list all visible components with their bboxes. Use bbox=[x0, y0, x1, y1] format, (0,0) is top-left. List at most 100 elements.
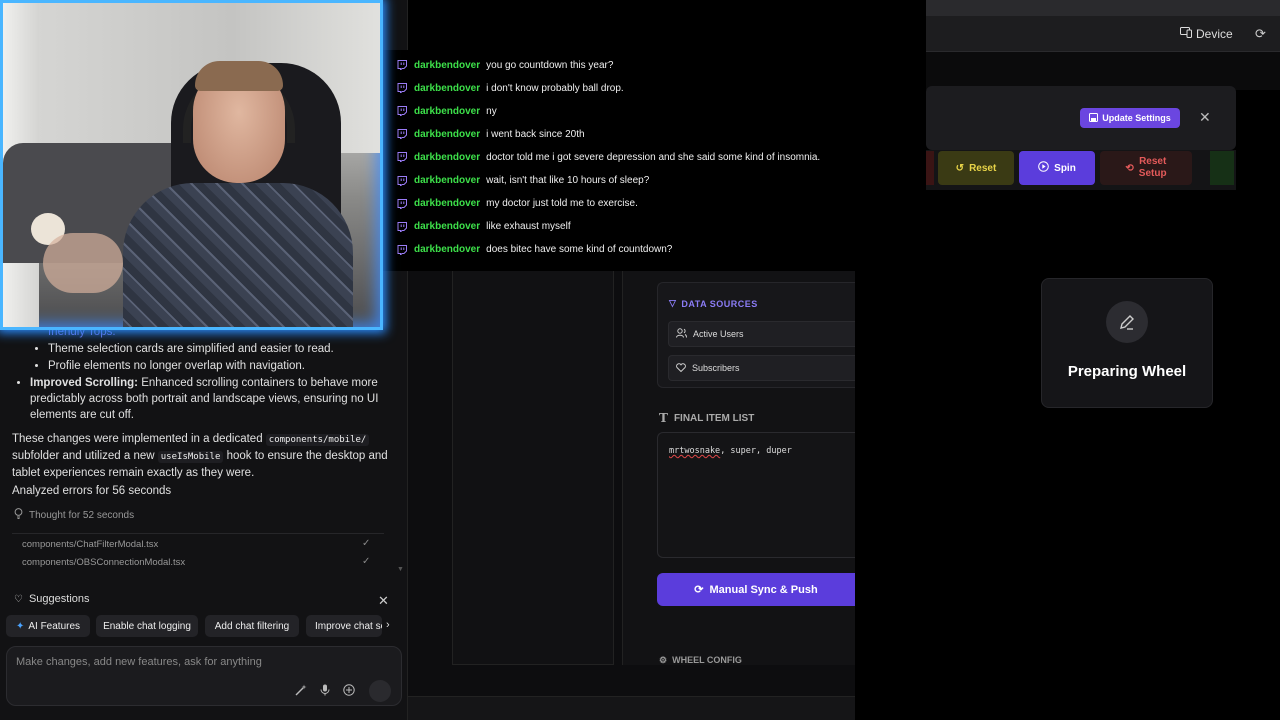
chip-add-chat-filtering[interactable]: Add chat filtering bbox=[205, 615, 299, 637]
editor-left-column bbox=[452, 270, 614, 665]
chat-username[interactable]: darkbendover bbox=[414, 152, 480, 163]
add-circle-icon[interactable] bbox=[343, 684, 355, 699]
lightbulb-icon: ♡ bbox=[14, 593, 23, 605]
chip-label: AI Features bbox=[28, 620, 81, 632]
thought-label: Thought for 52 seconds bbox=[29, 509, 135, 521]
chat-username[interactable]: darkbendover bbox=[414, 244, 480, 255]
chat-text: doctor told me i got severe depression a… bbox=[486, 151, 821, 163]
device-icon bbox=[1180, 27, 1192, 41]
update-settings-button[interactable]: Update Settings bbox=[1080, 108, 1180, 128]
chat-username[interactable]: darkbendover bbox=[414, 106, 480, 117]
chip-enable-chat-logging[interactable]: Enable chat logging bbox=[96, 615, 198, 637]
chat-text: my doctor just told me to exercise. bbox=[486, 198, 638, 210]
chat-message: darkbendover does bitec have some kind of… bbox=[397, 242, 672, 258]
chat-message: darkbendover like exhaust myself bbox=[397, 219, 571, 235]
final-item-list-value: mrtwosnake, super, duper bbox=[669, 446, 792, 456]
sparkle-icon: ✦ bbox=[15, 620, 25, 632]
analyzed-status: Analyzed errors for 56 seconds bbox=[12, 485, 172, 497]
twitch-badge-icon bbox=[397, 198, 407, 209]
chat-message: darkbendover wait, isn't that like 10 hou… bbox=[397, 173, 649, 189]
bullet-profile: Profile elements no longer overlap with … bbox=[48, 358, 397, 374]
wheel-config-label: WHEEL CONFIG bbox=[672, 655, 742, 665]
chevron-right-icon[interactable]: › bbox=[386, 619, 390, 631]
toolbar-underlay bbox=[926, 52, 1280, 90]
chat-username[interactable]: darkbendover bbox=[414, 60, 480, 71]
check-circle-icon: ✓ bbox=[362, 538, 371, 549]
save-icon bbox=[1089, 112, 1099, 124]
magic-wand-icon[interactable] bbox=[295, 684, 307, 699]
preparing-wheel-card bbox=[1041, 278, 1213, 408]
source-label: Active Users bbox=[693, 329, 744, 339]
manual-sync-button[interactable]: ⟳ Manual Sync & Push bbox=[657, 573, 855, 606]
assistant-message: friendly Tops. Theme selection cards are… bbox=[12, 324, 397, 499]
twitch-badge-icon bbox=[397, 175, 407, 186]
preview-toolbar bbox=[926, 0, 1280, 52]
file-item[interactable]: components/OBSConnectionModal.tsx bbox=[22, 557, 185, 568]
heart-icon bbox=[676, 362, 686, 374]
manual-sync-label: Manual Sync & Push bbox=[709, 583, 818, 596]
chat-text: wait, isn't that like 10 hours of sleep? bbox=[486, 175, 650, 186]
undo-icon: ↺ bbox=[955, 162, 965, 174]
file-item[interactable]: components/ChatFilterModal.tsx bbox=[22, 539, 158, 550]
text-icon: T bbox=[659, 411, 668, 425]
scroll-down-icon[interactable]: ▼ bbox=[397, 566, 404, 573]
webcam-feed bbox=[0, 0, 383, 330]
chip-label: Improve chat se bbox=[315, 620, 382, 632]
send-button[interactable] bbox=[369, 680, 391, 702]
source-label: Subscribers bbox=[692, 363, 740, 373]
twitch-badge-icon bbox=[397, 244, 407, 255]
chip-label: Add chat filtering bbox=[214, 620, 290, 632]
chip-ai-features[interactable]: ✦ AI Features bbox=[6, 615, 90, 637]
chat-text: i don't know probably ball drop. bbox=[486, 82, 624, 94]
wheel-config-header[interactable]: ⚙ WHEEL CONFIG bbox=[659, 655, 742, 666]
pencil-icon bbox=[1106, 301, 1148, 343]
chat-message: darkbendover my doctor just told me to ex… bbox=[397, 196, 638, 212]
refresh-icon: ⟲ bbox=[1125, 162, 1134, 174]
summary-paragraph: These changes were implemented in a dedi… bbox=[12, 433, 388, 479]
update-settings-label: Update Settings bbox=[1102, 113, 1171, 123]
action-edge-left bbox=[926, 151, 934, 185]
twitch-badge-icon bbox=[397, 152, 407, 163]
spin-label: Spin bbox=[1054, 162, 1076, 174]
gear-icon: ⚙ bbox=[659, 655, 668, 665]
chat-text: you go countdown this year? bbox=[486, 59, 614, 71]
microphone-icon[interactable] bbox=[320, 684, 330, 699]
preparing-wheel-text: Preparing Wheel bbox=[1067, 363, 1187, 380]
thought-status[interactable]: Thought for 52 seconds bbox=[14, 508, 134, 522]
chat-username[interactable]: darkbendover bbox=[414, 175, 480, 186]
spin-button[interactable]: Spin bbox=[1019, 151, 1095, 185]
final-item-list-label: FINAL ITEM LIST bbox=[673, 412, 755, 424]
users-icon bbox=[676, 328, 687, 340]
chat-message: darkbendover i don't know probably ball d… bbox=[397, 80, 624, 96]
chat-text: i went back since 20th bbox=[486, 128, 585, 140]
chip-improve-chat[interactable]: Improve chat se bbox=[306, 615, 382, 637]
source-subscribers[interactable]: Subscribers bbox=[668, 355, 855, 381]
source-active-users[interactable]: Active Users bbox=[668, 321, 855, 347]
action-edge-right bbox=[1210, 151, 1234, 185]
suggestions-header: ♡ Suggestions bbox=[14, 593, 90, 605]
rotate-icon[interactable]: ⟳ bbox=[1255, 26, 1266, 42]
misspelled-word: mrtwosnake bbox=[669, 446, 721, 456]
chat-username[interactable]: darkbendover bbox=[414, 198, 480, 209]
close-icon[interactable]: ✕ bbox=[1199, 109, 1211, 126]
device-toggle-button[interactable]: Device bbox=[1180, 27, 1233, 41]
close-icon[interactable]: ✕ bbox=[378, 593, 389, 609]
chat-text: like exhaust myself bbox=[486, 221, 571, 233]
filter-icon: ▽ bbox=[669, 298, 677, 308]
editor-footer bbox=[408, 696, 855, 720]
reset-setup-button[interactable]: ⟲ Reset Setup bbox=[1100, 151, 1192, 185]
twitch-badge-icon bbox=[397, 129, 407, 140]
data-sources-title: ▽ DATA SOURCES bbox=[669, 298, 758, 309]
check-circle-icon: ✓ bbox=[362, 556, 371, 567]
reset-button[interactable]: ↺ Reset bbox=[938, 151, 1014, 185]
chat-username[interactable]: darkbendover bbox=[414, 129, 480, 140]
chat-text: does bitec have some kind of countdown? bbox=[486, 244, 673, 256]
chat-username[interactable]: darkbendover bbox=[414, 221, 480, 232]
bullet-theme-cards: Theme selection cards are simplified and… bbox=[48, 341, 397, 357]
device-label: Device bbox=[1196, 27, 1233, 41]
twitch-badge-icon bbox=[397, 221, 407, 232]
reset-label: Reset bbox=[969, 162, 997, 174]
chat-username[interactable]: darkbendover bbox=[414, 83, 480, 94]
final-item-list-title: T FINAL ITEM LIST bbox=[659, 411, 754, 425]
reset-setup-label-1: Reset bbox=[1139, 156, 1167, 167]
